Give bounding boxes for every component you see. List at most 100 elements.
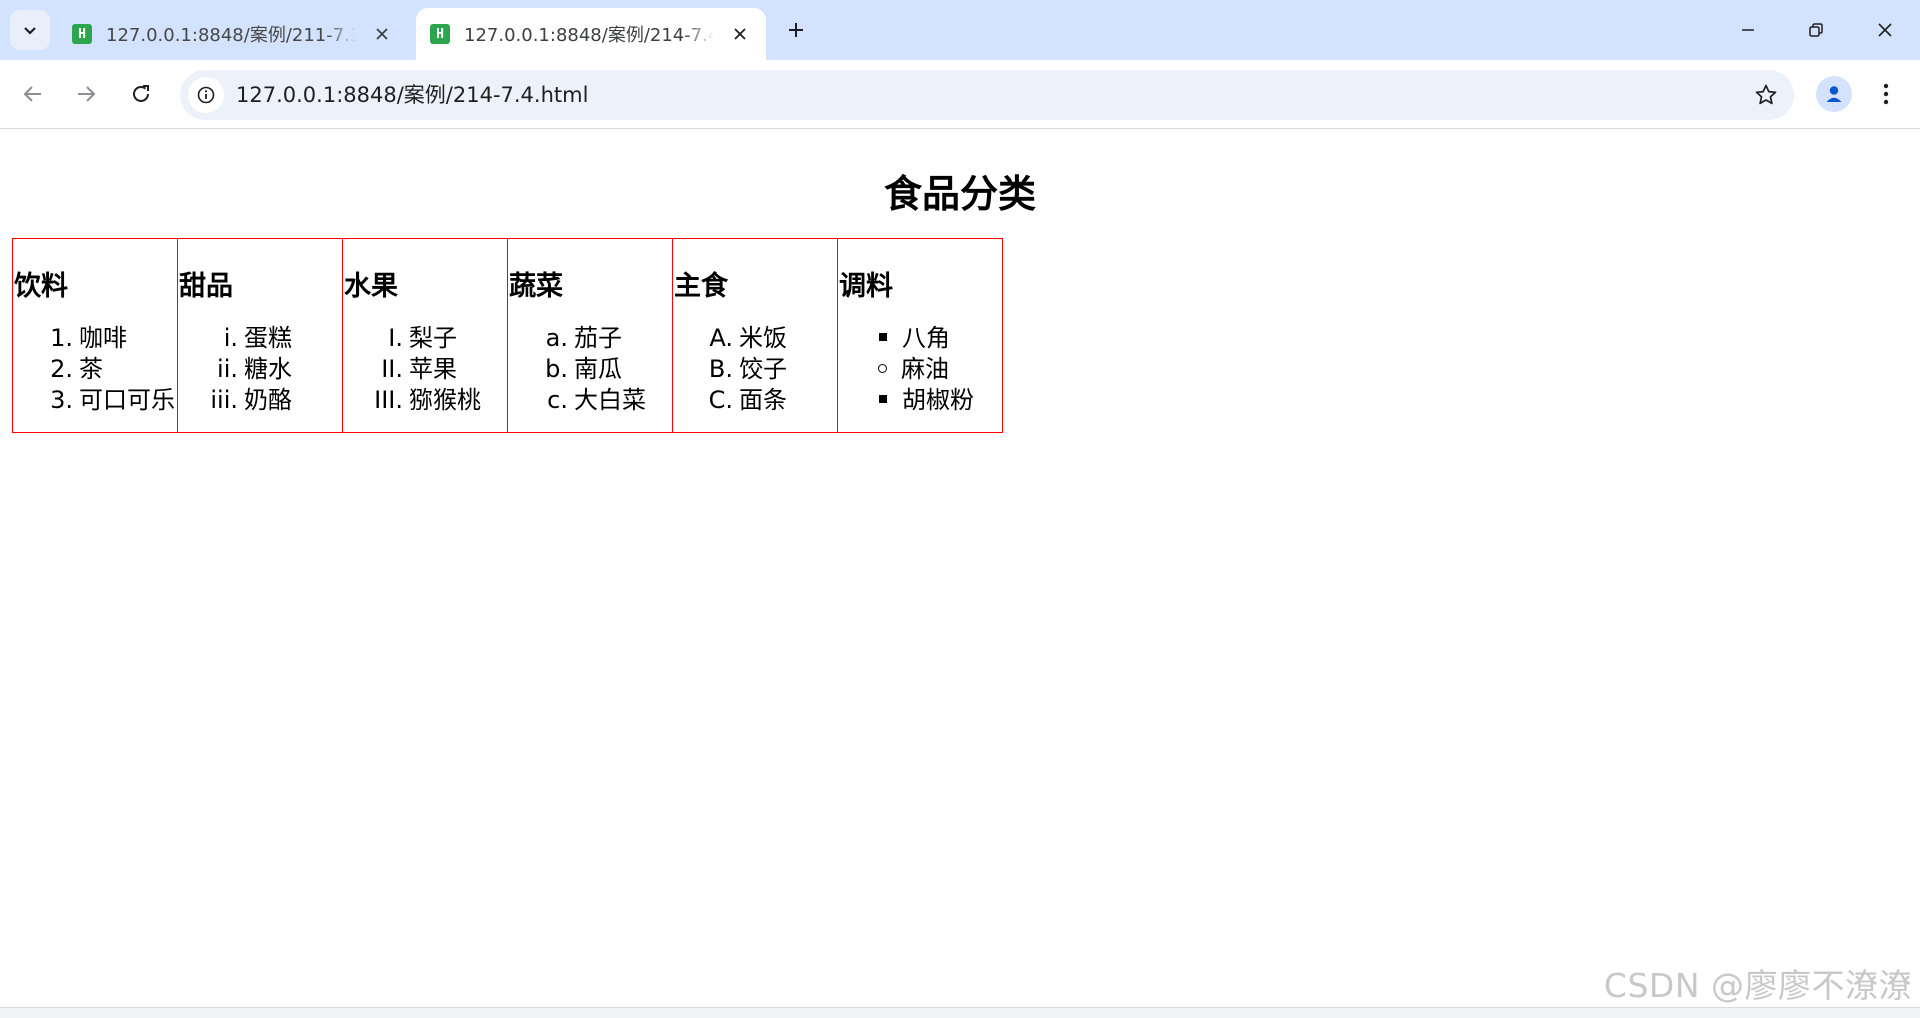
item-text: 饺子 bbox=[739, 355, 787, 383]
category-name: 蔬菜 bbox=[509, 271, 563, 302]
url-text[interactable]: 127.0.0.1:8848/案例/214-7.4.html bbox=[236, 70, 588, 120]
category-cell: 饮料 1. 咖啡 2. 茶 3. 可口可乐 bbox=[12, 238, 178, 433]
list-item: ii. 糖水 bbox=[178, 354, 342, 385]
list-marker: ii. bbox=[217, 355, 238, 383]
list-item: 3. 可口可乐 bbox=[13, 385, 177, 416]
item-text: 南瓜 bbox=[574, 355, 622, 383]
item-text: 大白菜 bbox=[574, 386, 646, 414]
list-item: II. 苹果 bbox=[343, 354, 507, 385]
square-bullet-icon bbox=[879, 333, 887, 341]
table-row: 饮料 1. 咖啡 2. 茶 3. 可口可乐 甜品 i. 蛋糕 ii. 糖水 iii. 奶酪 … bbox=[12, 238, 1003, 433]
star-icon bbox=[1755, 84, 1777, 105]
list-item: c. 大白菜 bbox=[508, 385, 672, 416]
restore-button[interactable] bbox=[1793, 8, 1839, 52]
list-marker: 3. bbox=[50, 386, 73, 414]
tab-inactive[interactable]: H 127.0.0.1:8848/案例/211-7.3.html bbox=[58, 8, 408, 60]
list-item: i. 蛋糕 bbox=[178, 323, 342, 354]
reload-button[interactable] bbox=[123, 76, 159, 112]
list-marker: i. bbox=[223, 324, 238, 352]
category-cell: 调料 八角 麻油 胡椒粉 bbox=[837, 238, 1003, 433]
category-name: 水果 bbox=[344, 271, 398, 302]
list-item: B. 饺子 bbox=[673, 354, 837, 385]
chevron-down-icon bbox=[24, 27, 36, 35]
list-marker: 1. bbox=[50, 324, 73, 352]
list-item: 八角 bbox=[838, 323, 1002, 354]
csdn-watermark: CSDN @廖廖不潦潦 bbox=[1603, 966, 1912, 1005]
food-category-table: 饮料 1. 咖啡 2. 茶 3. 可口可乐 甜品 i. 蛋糕 ii. 糖水 iii. 奶酪 … bbox=[12, 238, 1003, 433]
list-item: C. 面条 bbox=[673, 385, 837, 416]
list-item: iii. 奶酪 bbox=[178, 385, 342, 416]
window-close-icon bbox=[1878, 23, 1892, 37]
profile-icon bbox=[1826, 86, 1842, 102]
close-icon bbox=[376, 28, 388, 40]
address-bar[interactable]: 127.0.0.1:8848/案例/214-7.4.html bbox=[180, 70, 1794, 120]
info-icon bbox=[197, 86, 215, 104]
list-marker: III. bbox=[374, 386, 403, 414]
list-marker: A. bbox=[709, 324, 733, 352]
square-bullet-icon bbox=[879, 395, 887, 403]
profile-button[interactable] bbox=[1816, 76, 1852, 112]
list-marker: C. bbox=[708, 386, 733, 414]
category-name: 饮料 bbox=[14, 271, 68, 302]
forward-button[interactable] bbox=[68, 76, 104, 112]
item-text: 茄子 bbox=[574, 324, 622, 352]
item-text: 奶酪 bbox=[244, 386, 292, 414]
reload-icon bbox=[133, 85, 149, 102]
list-item: b. 南瓜 bbox=[508, 354, 672, 385]
item-text: 茶 bbox=[79, 355, 103, 383]
list-marker: iii. bbox=[210, 386, 238, 414]
category-cell: 蔬菜 a. 茄子 b. 南瓜 c. 大白菜 bbox=[507, 238, 673, 433]
window-bottom-edge bbox=[0, 1007, 1920, 1018]
list-item: 麻油 bbox=[838, 354, 1002, 385]
tab-search-button[interactable] bbox=[10, 10, 50, 50]
list-item: a. 茄子 bbox=[508, 323, 672, 354]
category-cell: 主食 A. 米饭 B. 饺子 C. 面条 bbox=[672, 238, 838, 433]
item-text: 梨子 bbox=[409, 324, 457, 352]
category-cell: 水果 I. 梨子 II. 苹果 III. 猕猴桃 bbox=[342, 238, 508, 433]
list-marker: a. bbox=[545, 324, 568, 352]
tab-strip: H 127.0.0.1:8848/案例/211-7.3.html H 127.0… bbox=[0, 0, 1920, 60]
window-close-button[interactable] bbox=[1862, 8, 1908, 52]
more-vert-icon bbox=[1883, 83, 1889, 105]
page-title: 食品分类 bbox=[883, 172, 1036, 216]
item-text: 面条 bbox=[739, 386, 787, 414]
item-text: 蛋糕 bbox=[244, 324, 292, 352]
item-text: 可口可乐 bbox=[79, 386, 175, 414]
ordered-list: I. 梨子 II. 苹果 III. 猕猴桃 bbox=[343, 323, 507, 416]
list-marker: II. bbox=[381, 355, 403, 383]
list-marker: c. bbox=[547, 386, 568, 414]
plus-icon bbox=[789, 23, 803, 37]
minimize-icon bbox=[1742, 29, 1754, 31]
back-button[interactable] bbox=[15, 76, 51, 112]
list-item: 1. 咖啡 bbox=[13, 323, 177, 354]
hbuilder-favicon-icon: H bbox=[72, 24, 92, 44]
list-marker: b. bbox=[545, 355, 568, 383]
minimize-button[interactable] bbox=[1725, 8, 1771, 52]
tab-title: 127.0.0.1:8848/案例/211-7.3.html bbox=[106, 25, 356, 46]
tab-close-button[interactable] bbox=[728, 22, 752, 46]
ordered-list: a. 茄子 b. 南瓜 c. 大白菜 bbox=[508, 323, 672, 416]
hbuilder-favicon-icon: H bbox=[430, 24, 450, 44]
close-icon bbox=[734, 28, 746, 40]
item-text: 苹果 bbox=[409, 355, 457, 383]
ordered-list: 1. 咖啡 2. 茶 3. 可口可乐 bbox=[13, 323, 177, 416]
list-marker: 2. bbox=[50, 355, 73, 383]
site-info-button[interactable] bbox=[188, 77, 224, 113]
list-item: 胡椒粉 bbox=[838, 385, 1002, 416]
tab-close-button[interactable] bbox=[370, 22, 394, 46]
list-item: A. 米饭 bbox=[673, 323, 837, 354]
restore-icon bbox=[1809, 23, 1823, 37]
forward-arrow-icon bbox=[78, 86, 96, 102]
ordered-list: A. 米饭 B. 饺子 C. 面条 bbox=[673, 323, 837, 416]
bookmark-star-button[interactable] bbox=[1752, 81, 1780, 109]
list-item: I. 梨子 bbox=[343, 323, 507, 354]
list-item: 2. 茶 bbox=[13, 354, 177, 385]
tab-active[interactable]: H 127.0.0.1:8848/案例/214-7.4.html bbox=[416, 8, 766, 60]
item-text: 胡椒粉 bbox=[902, 386, 974, 414]
unordered-list: 八角 麻油 胡椒粉 bbox=[838, 323, 1002, 416]
category-name: 甜品 bbox=[179, 271, 233, 302]
new-tab-button[interactable] bbox=[780, 14, 812, 46]
category-name: 主食 bbox=[674, 271, 728, 302]
more-menu-button[interactable] bbox=[1868, 76, 1904, 112]
page-content: 食品分类 饮料 1. 咖啡 2. 茶 3. 可口可乐 甜品 i. 蛋糕 ii. 糖水 ii… bbox=[0, 129, 1920, 1007]
